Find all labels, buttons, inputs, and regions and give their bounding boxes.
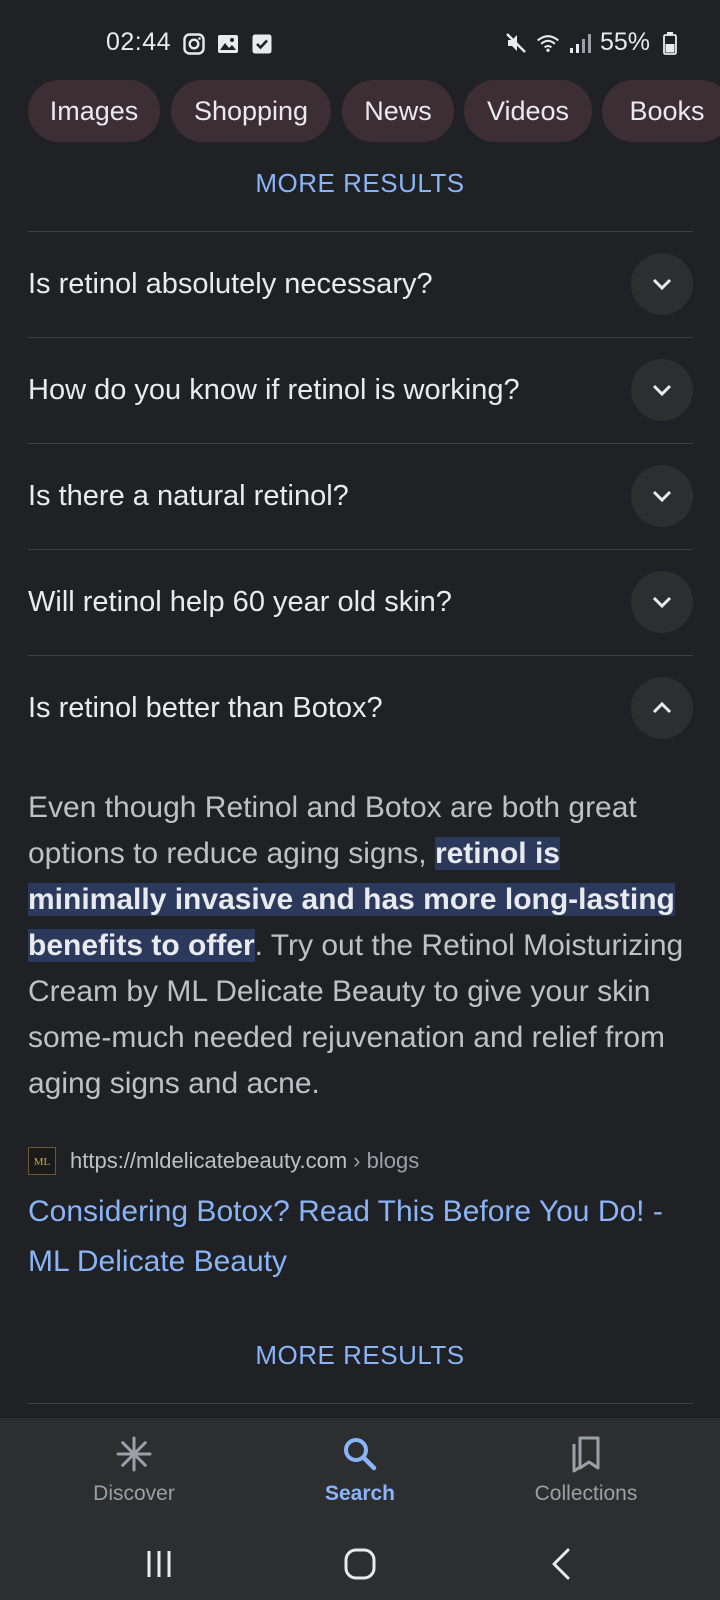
faq-question: Is there a natural retinol? (28, 480, 349, 512)
faq-answer: Even though Retinol and Botox are both g… (28, 785, 693, 1107)
site-favicon: ML (28, 1147, 56, 1175)
search-filter-chips: Images Shopping News Videos Books (0, 80, 720, 162)
status-icons-right: 55% (504, 28, 682, 57)
signal-icon (568, 31, 592, 55)
chevron-down-icon[interactable] (631, 253, 693, 315)
wifi-icon (536, 31, 560, 55)
faq-item[interactable]: Will retinol help 60 year old skin? (28, 550, 693, 654)
faq-item[interactable]: Is retinol absolutely necessary? (28, 232, 693, 336)
faq-question: Will retinol help 60 year old skin? (28, 586, 452, 618)
nav-label: Search (324, 1482, 396, 1505)
faq-item-expanded[interactable]: Is retinol better than Botox? (28, 656, 693, 760)
chip-images[interactable]: Images (28, 80, 160, 142)
faq-question: Is retinol absolutely necessary? (28, 268, 433, 300)
home-icon[interactable] (335, 1542, 385, 1586)
faq-question: How do you know if retinol is working? (28, 374, 520, 406)
nav-label: Collections (534, 1482, 638, 1505)
status-time: 02:44 (106, 28, 172, 56)
divider (28, 1403, 693, 1404)
back-icon[interactable] (536, 1542, 586, 1586)
chevron-down-icon[interactable] (631, 571, 693, 633)
chip-books[interactable]: Books (602, 80, 720, 142)
chevron-down-icon[interactable] (631, 359, 693, 421)
faq-item[interactable]: How do you know if retinol is working? (28, 338, 693, 442)
collections-icon (567, 1434, 605, 1474)
source-row[interactable]: ML https://mldelicatebeauty.com › blogs (28, 1146, 419, 1176)
nav-label: Discover (93, 1482, 175, 1505)
chip-news[interactable]: News (342, 80, 454, 142)
result-title-link[interactable]: Considering Botox? Read This Before You … (28, 1187, 693, 1287)
status-icons-left (182, 32, 274, 56)
bottom-navigation: Discover Search Collections (0, 1418, 720, 1528)
faq-question: Is retinol better than Botox? (28, 692, 383, 724)
faq-item[interactable]: Is there a natural retinol? (28, 444, 693, 548)
source-breadcrumb: › blogs (353, 1148, 420, 1173)
system-navigation-bar (0, 1528, 720, 1600)
ml-logo-icon: ML (34, 1156, 51, 1168)
battery-percent: 55% (599, 28, 650, 56)
checkbox-icon (250, 32, 274, 56)
source-url: https://mldelicatebeauty.com (70, 1148, 348, 1173)
chip-videos[interactable]: Videos (464, 80, 592, 142)
chip-shopping[interactable]: Shopping (171, 80, 331, 142)
nav-search[interactable]: Search (260, 1418, 460, 1528)
more-results-button-bottom[interactable]: MORE RESULTS (0, 1340, 720, 1371)
status-bar: 02:44 55% (0, 0, 720, 88)
battery-icon (658, 31, 682, 55)
svg-text:ML: ML (34, 1156, 51, 1168)
asterisk-icon (115, 1434, 153, 1474)
recent-apps-icon[interactable] (134, 1542, 184, 1586)
more-results-button-top[interactable]: MORE RESULTS (0, 168, 720, 199)
instagram-icon (182, 32, 206, 56)
search-icon (341, 1434, 379, 1474)
mute-icon (504, 31, 528, 55)
nav-collections[interactable]: Collections (486, 1418, 686, 1528)
chevron-down-icon[interactable] (631, 465, 693, 527)
gallery-icon (216, 32, 240, 56)
chevron-up-icon[interactable] (631, 677, 693, 739)
nav-discover[interactable]: Discover (34, 1418, 234, 1528)
